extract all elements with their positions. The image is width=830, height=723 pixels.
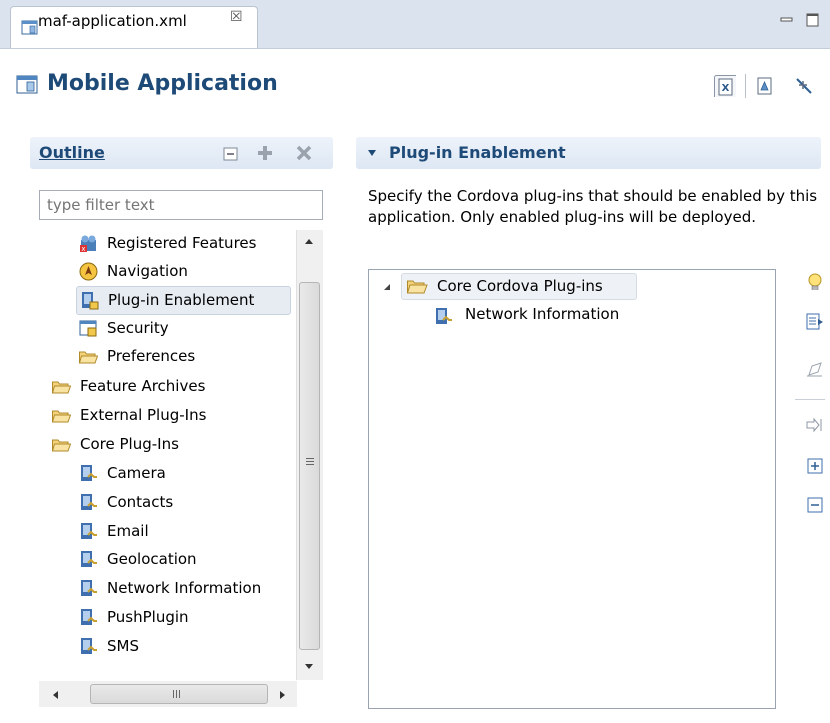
page-title: Mobile Application [47,71,278,96]
plugin-icon [81,465,97,481]
tab-label: maf-application.xml [38,12,187,30]
lightbulb-icon[interactable] [806,272,824,290]
folder-icon [407,280,428,294]
outline-item-core-plugins[interactable]: Core Plug-Ins [52,431,292,457]
scroll-up-icon[interactable] [302,236,316,246]
add-icon[interactable] [257,145,273,161]
folder-icon [52,381,71,394]
outline-item-email[interactable]: Email [79,518,289,544]
outline-item-security[interactable]: Security [79,315,289,341]
plugin-icon [436,308,452,324]
collapse-all-icon[interactable] [806,496,824,514]
navigation-icon [79,262,98,281]
svg-text:x: x [81,245,85,253]
features-icon: x [80,235,96,253]
xml-source-icon[interactable]: X [714,75,736,97]
outline-item-sms[interactable]: SMS [79,633,289,659]
security-icon [79,320,97,337]
tab-close-icon[interactable]: ☒ [230,9,243,25]
outline-item-pushplugin[interactable]: PushPlugin [79,604,289,630]
plugin-icon [81,523,97,539]
expand-all-icon[interactable] [806,457,824,475]
outline-vertical-scroll-thumb[interactable] [299,282,320,650]
delete-icon[interactable] [296,145,312,161]
plugin-tree[interactable] [368,269,776,709]
folder-icon [52,410,71,423]
scroll-right-icon[interactable] [278,688,288,702]
outline-item-external-plugins[interactable]: External Plug-Ins [52,402,292,428]
mobile-app-file-icon [21,20,38,35]
outline-item-preferences[interactable]: Preferences [79,343,289,369]
tree-node-label: Core Cordova Plug-ins [437,277,603,295]
toolbar-divider [795,399,825,400]
outline-item-geolocation[interactable]: Geolocation [79,546,289,572]
maximize-icon[interactable] [805,12,821,28]
outline-item-registered-features[interactable]: x Registered Features [79,230,289,256]
section-expanded-icon[interactable] [367,148,377,158]
plugin-icon [81,609,97,625]
scroll-down-icon[interactable] [302,662,316,672]
scroll-left-icon[interactable] [50,688,60,702]
plugin-icon [81,580,97,596]
plugin-icon [81,638,97,654]
overview-icon[interactable] [754,75,776,97]
outline-item-network-information[interactable]: Network Information [79,575,294,601]
tree-expanded-icon[interactable] [382,282,392,292]
mobile-app-icon [16,75,38,94]
folder-icon [79,351,98,364]
plugin-enablement-icon [82,292,99,310]
plugin-icon [81,551,97,567]
outline-item-contacts[interactable]: Contacts [79,489,289,515]
enable-icon[interactable] [806,416,824,434]
plugin-icon [81,494,97,510]
disconnect-icon[interactable] [793,75,815,97]
toolbar-separator [745,74,746,98]
minimize-icon[interactable] [779,12,795,28]
svg-text:X: X [722,83,730,94]
edit-icon[interactable] [806,360,824,378]
outline-item-feature-archives[interactable]: Feature Archives [52,373,292,399]
collapse-all-icon[interactable] [223,146,239,162]
plugin-enablement-description: Specify the Cordova plug-ins that should… [368,187,818,226]
outline-item-plugin-enablement[interactable]: Plug-in Enablement [76,286,291,315]
outline-horizontal-scroll-thumb[interactable] [90,684,268,704]
outline-item-navigation[interactable]: Navigation [79,258,289,284]
add-plugin-icon[interactable] [806,313,824,331]
tree-node-network-information[interactable]: Network Information [465,305,619,323]
outline-item-camera[interactable]: Camera [79,460,289,486]
filter-input[interactable] [39,190,323,220]
folder-icon [52,439,71,452]
outline-title: Outline [39,143,105,162]
plugin-enablement-title: Plug-in Enablement [389,143,566,162]
